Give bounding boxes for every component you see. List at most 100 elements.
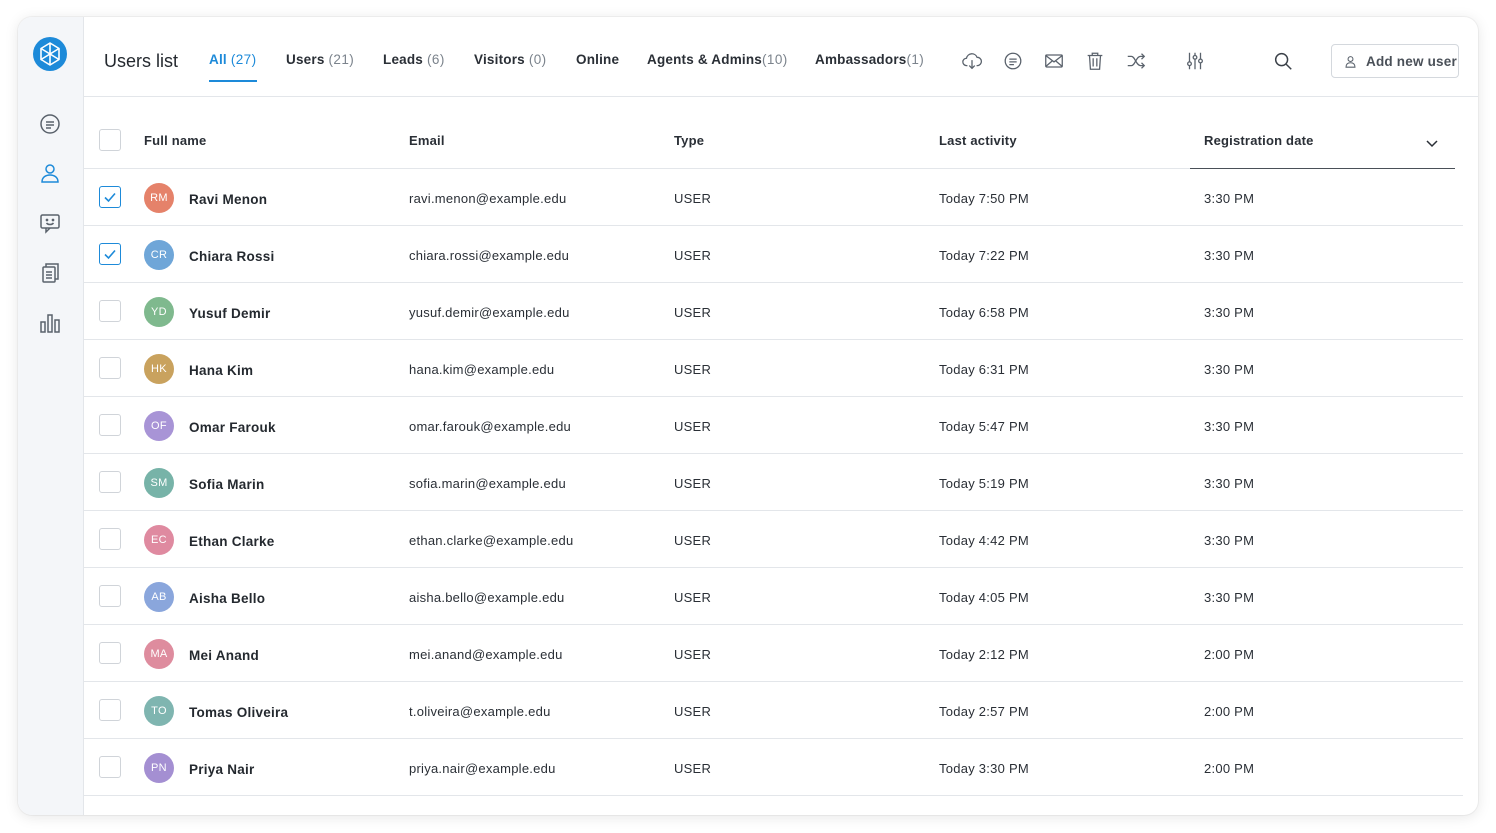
table-row[interactable]: EC Ethan Clarke ethan.clarke@example.edu US… (84, 511, 1463, 568)
tab-users[interactable]: Users (21) (286, 52, 354, 67)
checkmark-icon (104, 192, 116, 203)
user-email: mei.anand@example.edu (409, 647, 563, 662)
tab-ambassadors[interactable]: Ambassadors(1) (815, 52, 924, 67)
user-type: USER (674, 647, 712, 662)
column-header-type[interactable]: Type (674, 133, 704, 148)
chevron-down-icon[interactable] (1424, 135, 1440, 151)
last-activity: Today 5:19 PM (939, 476, 1029, 491)
row-checkbox[interactable] (99, 528, 121, 550)
last-activity: Today 5:47 PM (939, 419, 1029, 434)
add-new-user-button[interactable]: Add new user (1331, 44, 1459, 78)
user-full-name[interactable]: Aisha Bello (189, 591, 265, 606)
top-bar: Users list All (27) Users (21) Leads (6) Vi… (84, 17, 1478, 97)
row-checkbox[interactable] (99, 243, 121, 265)
tab-online[interactable]: Online (576, 52, 619, 67)
avatar: TO (144, 696, 174, 726)
user-type: USER (674, 761, 712, 776)
row-checkbox[interactable] (99, 642, 121, 664)
documents-icon[interactable] (38, 261, 62, 285)
table-row[interactable]: AB Aisha Bello aisha.bello@example.edu USER… (84, 568, 1463, 625)
sidebar (18, 17, 84, 815)
user-type: USER (674, 362, 712, 377)
shuffle-icon[interactable] (1125, 50, 1147, 72)
row-checkbox[interactable] (99, 186, 121, 208)
table-row[interactable]: MA Mei Anand mei.anand@example.edu USER Toda… (84, 625, 1463, 682)
search-icon[interactable] (1272, 50, 1294, 72)
last-activity: Today 2:12 PM (939, 647, 1029, 662)
user-full-name[interactable]: Yusuf Demir (189, 306, 271, 321)
tab-leads[interactable]: Leads (6) (383, 52, 445, 67)
avatar: CR (144, 240, 174, 270)
user-email: ravi.menon@example.edu (409, 191, 567, 206)
table-row[interactable]: CR Chiara Rossi chiara.rossi@example.edu US… (84, 226, 1463, 283)
user-type: USER (674, 476, 712, 491)
table-row[interactable]: PN Priya Nair priya.nair@example.edu USER To… (84, 739, 1463, 796)
user-type: USER (674, 305, 712, 320)
avatar: SM (144, 468, 174, 498)
tab-visitors[interactable]: Visitors (0) (474, 52, 547, 67)
column-header-registration-date[interactable]: Registration date (1204, 133, 1314, 148)
table-row[interactable]: YD Yusuf Demir yusuf.demir@example.edu USER… (84, 283, 1463, 340)
table-row[interactable]: TO Tomas Oliveira t.oliveira@example.edu US… (84, 682, 1463, 739)
user-full-name[interactable]: Omar Farouk (189, 420, 276, 435)
user-email: t.oliveira@example.edu (409, 704, 551, 719)
filter-sliders-icon[interactable] (1184, 50, 1206, 72)
user-icon[interactable] (38, 161, 62, 185)
last-activity: Today 6:58 PM (939, 305, 1029, 320)
table-header: Full name Email Type Last activity Regis… (84, 97, 1478, 169)
avatar: HK (144, 354, 174, 384)
row-checkbox[interactable] (99, 414, 121, 436)
row-checkbox[interactable] (99, 699, 121, 721)
table-row[interactable]: OF Omar Farouk omar.farouk@example.edu USER… (84, 397, 1463, 454)
avatar: MA (144, 639, 174, 669)
user-full-name[interactable]: Hana Kim (189, 363, 253, 378)
registration-date: 3:30 PM (1204, 419, 1255, 434)
registration-date: 3:30 PM (1204, 191, 1255, 206)
user-full-name[interactable]: Ethan Clarke (189, 534, 275, 549)
user-email: ethan.clarke@example.edu (409, 533, 574, 548)
row-checkbox[interactable] (99, 357, 121, 379)
user-full-name[interactable]: Tomas Oliveira (189, 705, 288, 720)
user-full-name[interactable]: Sofia Marin (189, 477, 265, 492)
table-row[interactable]: SM Sofia Marin sofia.marin@example.edu USER… (84, 454, 1463, 511)
avatar: OF (144, 411, 174, 441)
user-type: USER (674, 191, 712, 206)
envelope-icon[interactable] (1043, 50, 1065, 72)
user-full-name[interactable]: Ravi Menon (189, 192, 267, 207)
main-panel: Users list All (27) Users (21) Leads (6) Vi… (84, 17, 1478, 815)
avatar: YD (144, 297, 174, 327)
user-full-name[interactable]: Chiara Rossi (189, 249, 275, 264)
trash-icon[interactable] (1084, 50, 1106, 72)
column-header-email[interactable]: Email (409, 133, 445, 148)
user-email: aisha.bello@example.edu (409, 590, 565, 605)
row-checkbox[interactable] (99, 471, 121, 493)
users-table-body: RM Ravi Menon ravi.menon@example.edu USER To… (84, 169, 1478, 796)
table-row[interactable]: RM Ravi Menon ravi.menon@example.edu USER To… (84, 169, 1463, 226)
last-activity: Today 4:05 PM (939, 590, 1029, 605)
registration-date: 3:30 PM (1204, 305, 1255, 320)
tab-agents-admins[interactable]: Agents & Admins(10) (647, 52, 788, 67)
user-type: USER (674, 704, 712, 719)
column-header-last-activity[interactable]: Last activity (939, 133, 1017, 148)
chat-icon[interactable] (38, 112, 62, 136)
tab-all[interactable]: All (27) (209, 52, 256, 67)
user-full-name[interactable]: Priya Nair (189, 762, 255, 777)
chat-icon[interactable] (1002, 50, 1024, 72)
registration-date: 3:30 PM (1204, 476, 1255, 491)
user-email: priya.nair@example.edu (409, 761, 556, 776)
row-checkbox[interactable] (99, 756, 121, 778)
avatar: PN (144, 753, 174, 783)
select-all-checkbox[interactable] (99, 129, 121, 151)
bar-chart-icon[interactable] (38, 311, 62, 335)
cloud-download-icon[interactable] (961, 50, 983, 72)
registration-date: 2:00 PM (1204, 647, 1255, 662)
row-checkbox[interactable] (99, 585, 121, 607)
logo-icon[interactable] (32, 36, 68, 72)
user-type: USER (674, 590, 712, 605)
table-row[interactable]: HK Hana Kim hana.kim@example.edu USER Today … (84, 340, 1463, 397)
support-chat-icon[interactable] (38, 211, 62, 235)
last-activity: Today 3:30 PM (939, 761, 1029, 776)
user-full-name[interactable]: Mei Anand (189, 648, 259, 663)
column-header-full-name[interactable]: Full name (144, 133, 206, 148)
row-checkbox[interactable] (99, 300, 121, 322)
